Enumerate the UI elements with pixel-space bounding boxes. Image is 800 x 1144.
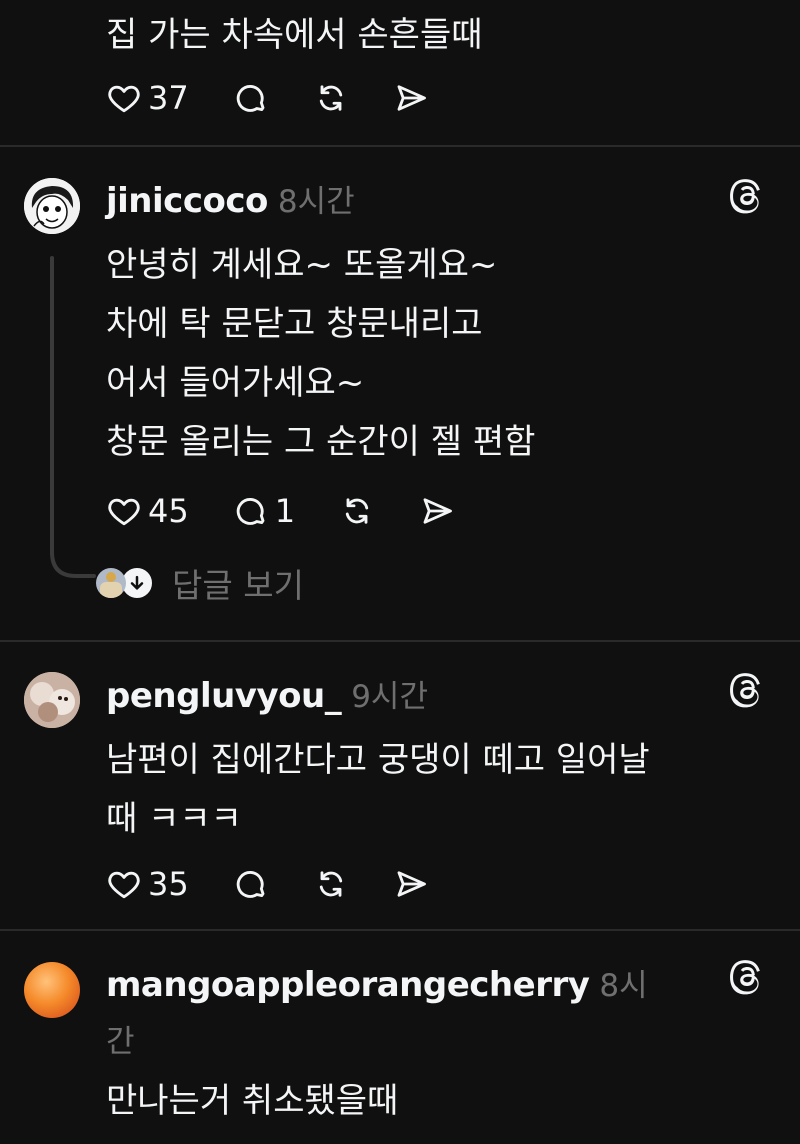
post-mango: mangoappleorangecherry 8시 간 만나는거 취소됐을때: [0, 0, 800, 1144]
username[interactable]: mangoappleorangecherry: [106, 965, 590, 1005]
post-header: mangoappleorangecherry 8시: [106, 960, 648, 1005]
post-text: 만나는거 취소됐을때: [106, 1081, 399, 1121]
timestamp: 8시: [599, 968, 648, 1004]
threads-logo-icon[interactable]: [728, 957, 766, 995]
avatar[interactable]: [24, 962, 80, 1018]
timestamp-wrap: 간: [106, 1024, 135, 1060]
